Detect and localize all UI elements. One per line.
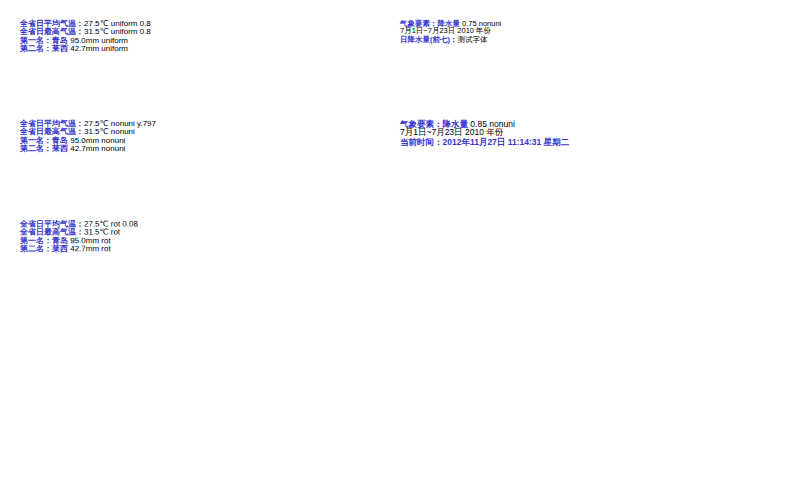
test-c: 全省日平均气温：27.5℃ rot 0.08 全省日最高气温：31.5℃ rot… (20, 220, 260, 254)
test-a: 全省日平均气温：27.5℃ uniform 0.8 全省日最高气温：31.5℃ … (20, 20, 260, 53)
test-e: 气象要素：降水量 0.85 nonuni 7月1日~7月23日 2010 年份 … (400, 120, 655, 146)
test-d: 气象要素：降水量 0.75 nonuni 7月1日~7月23日 2010 年份 … (400, 20, 625, 43)
test-b: 全省日平均气温：27.5℃ nonuni y.797 全省日最高气温：31.5℃… (20, 120, 260, 153)
